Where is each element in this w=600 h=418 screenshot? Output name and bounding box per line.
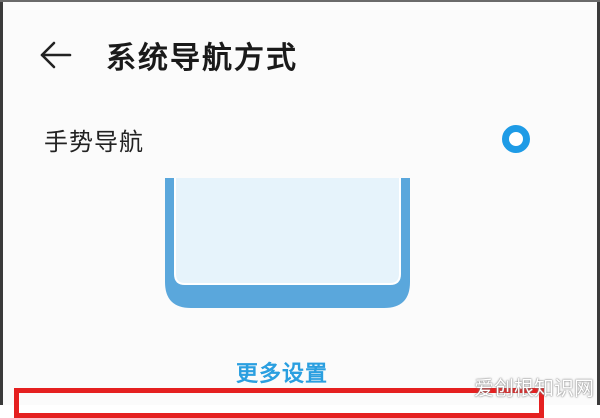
gesture-navigation-label: 手势导航 <box>44 127 144 156</box>
screen-edge-left <box>0 0 3 405</box>
screen: 系统导航方式 手势导航 更多设置 爱创根知识网 <box>0 0 600 418</box>
arrow-left-icon <box>40 41 72 69</box>
screen-edge-top <box>0 0 600 2</box>
watermark: 爱创根知识网 <box>474 376 594 400</box>
gesture-navigation-option[interactable]: 手势导航 <box>44 116 534 162</box>
page-title: 系统导航方式 <box>106 41 298 76</box>
back-button[interactable] <box>40 35 80 75</box>
red-highlight-box <box>14 388 544 418</box>
app-header: 系统导航方式 <box>40 30 298 80</box>
radio-selected-icon[interactable] <box>502 125 530 153</box>
gesture-preview-image <box>165 178 410 310</box>
phone-outline-preview <box>165 178 410 308</box>
more-settings-link[interactable]: 更多设置 <box>236 356 328 388</box>
